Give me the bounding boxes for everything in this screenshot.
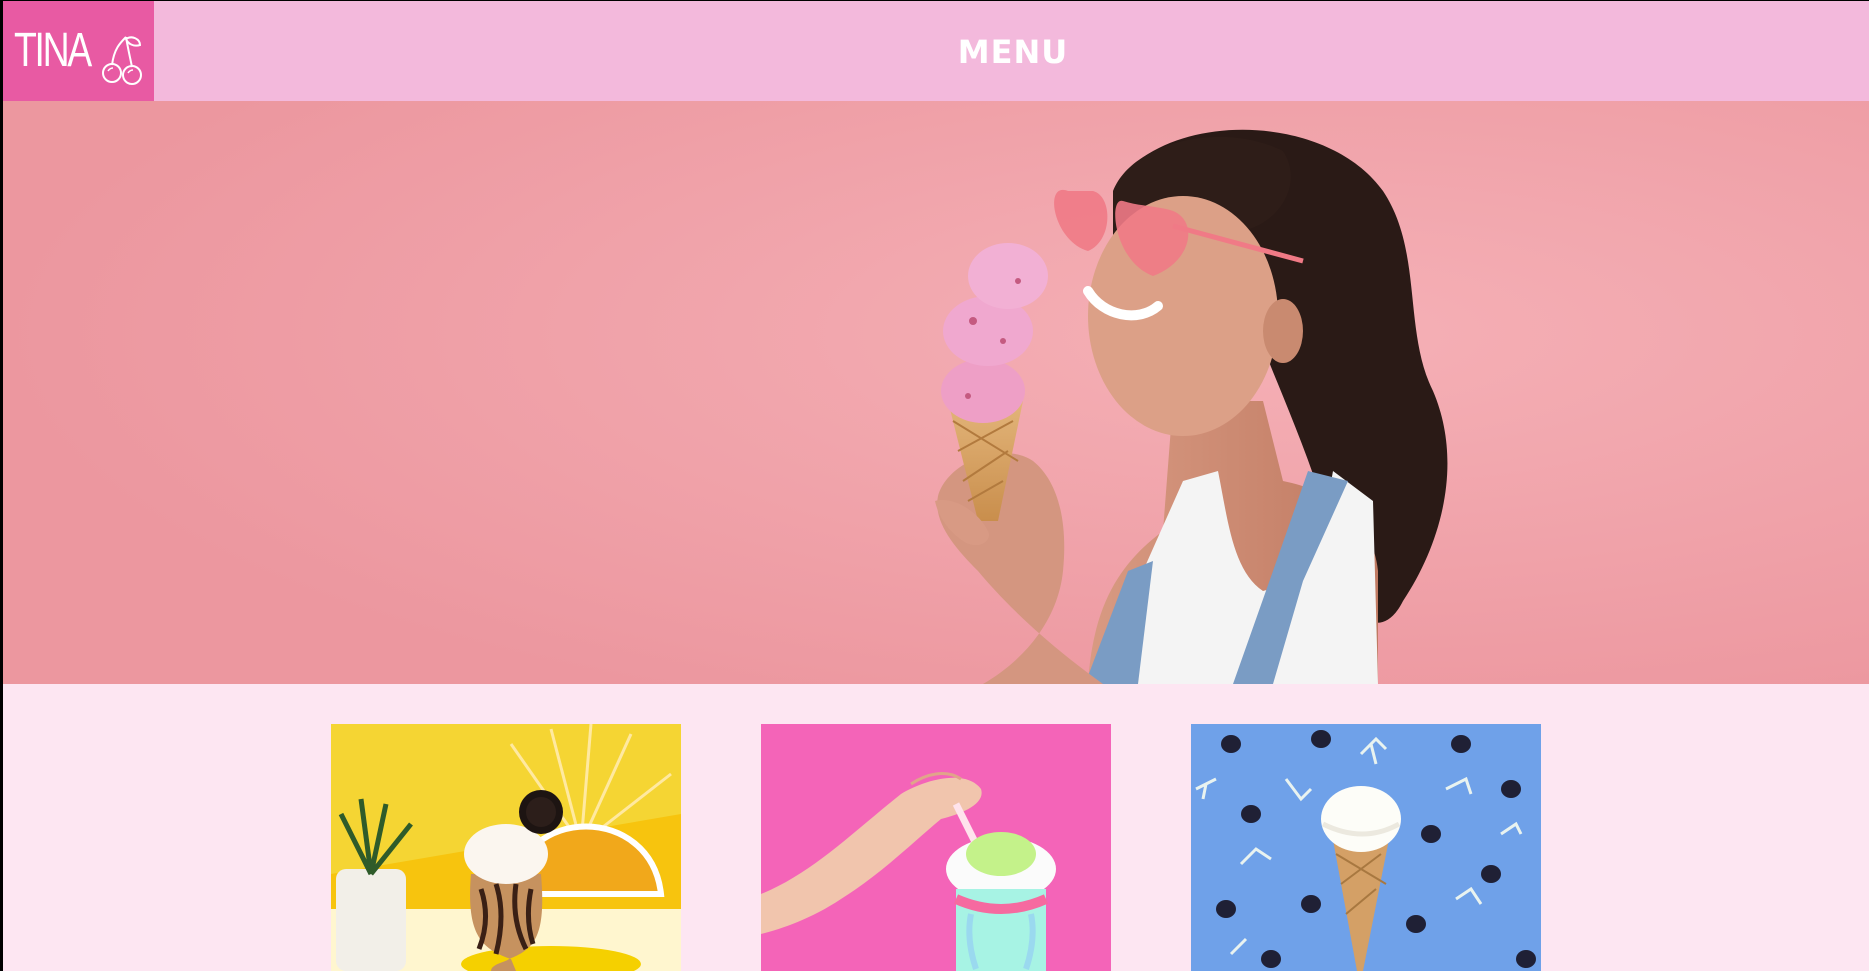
cone-image [1191, 724, 1541, 971]
product-card-milkshake[interactable] [331, 724, 681, 971]
logo-text: TINA [14, 24, 92, 77]
freakshake-image [761, 724, 1111, 971]
menu-button[interactable]: MENU [943, 33, 1083, 71]
hero-banner [3, 101, 1869, 684]
page: TINA MENU [3, 1, 1869, 971]
milkshake-image [331, 724, 681, 971]
logo[interactable]: TINA [3, 1, 154, 101]
product-card-cone[interactable] [1191, 724, 1541, 971]
header: TINA MENU [3, 1, 1869, 101]
cherry-icon [102, 36, 142, 85]
product-card-freakshake[interactable] [761, 724, 1111, 971]
hero-image [3, 101, 1869, 684]
product-gallery [3, 724, 1869, 971]
